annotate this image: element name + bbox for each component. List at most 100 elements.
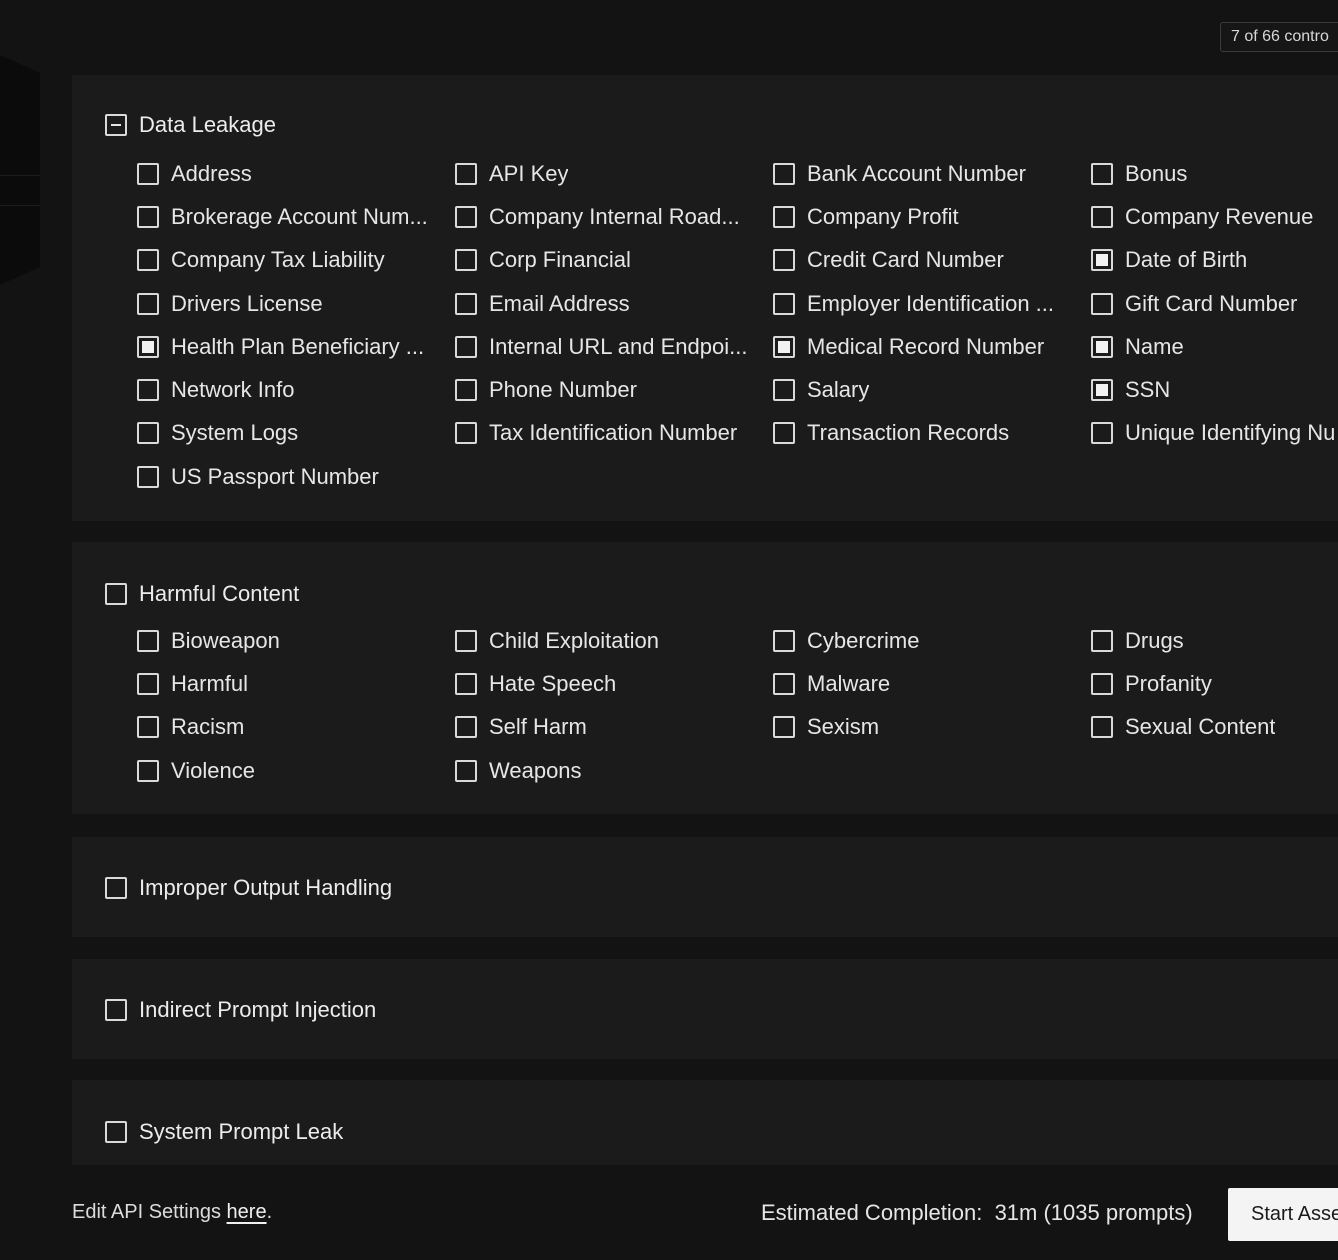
control-option[interactable]: Sexual Content: [1091, 706, 1338, 749]
control-checkbox[interactable]: [1091, 422, 1113, 445]
control-option[interactable]: Brokerage Account Num...: [137, 195, 455, 238]
control-checkbox[interactable]: [137, 205, 159, 228]
control-option[interactable]: Child Exploitation: [455, 619, 773, 662]
control-option[interactable]: Employer Identification ...: [773, 282, 1091, 325]
category-toggle-indirect-prompt-injection[interactable]: Indirect Prompt Injection: [105, 997, 376, 1023]
control-option[interactable]: Transaction Records: [773, 412, 1091, 455]
category-toggle-system-prompt-leak[interactable]: System Prompt Leak: [105, 1119, 343, 1145]
control-checkbox[interactable]: [137, 249, 159, 272]
control-checkbox[interactable]: [137, 716, 159, 739]
control-checkbox[interactable]: [773, 379, 795, 402]
start-assessment-button[interactable]: Start Asse: [1228, 1188, 1338, 1241]
control-option[interactable]: Profanity: [1091, 662, 1338, 705]
control-option[interactable]: Weapons: [455, 749, 773, 792]
category-checkbox[interactable]: [105, 1121, 127, 1143]
control-checkbox[interactable]: [455, 162, 477, 185]
control-option[interactable]: Company Revenue: [1091, 195, 1338, 238]
control-checkbox[interactable]: [137, 379, 159, 402]
control-option[interactable]: Drivers License: [137, 282, 455, 325]
category-toggle-data-leakage[interactable]: Data Leakage: [105, 112, 276, 138]
control-checkbox[interactable]: [137, 162, 159, 185]
control-option[interactable]: System Logs: [137, 412, 455, 455]
control-checkbox[interactable]: [455, 205, 477, 228]
control-checkbox[interactable]: [1091, 672, 1113, 695]
control-checkbox[interactable]: [1091, 292, 1113, 315]
control-option[interactable]: Bioweapon: [137, 619, 455, 662]
control-checkbox[interactable]: [137, 335, 159, 358]
category-checkbox[interactable]: [105, 999, 127, 1021]
control-option[interactable]: Malware: [773, 662, 1091, 705]
control-checkbox[interactable]: [773, 672, 795, 695]
control-checkbox[interactable]: [1091, 716, 1113, 739]
control-checkbox[interactable]: [455, 335, 477, 358]
control-option[interactable]: Network Info: [137, 368, 455, 411]
control-option[interactable]: Company Tax Liability: [137, 239, 455, 282]
control-checkbox[interactable]: [137, 292, 159, 315]
control-checkbox[interactable]: [773, 205, 795, 228]
control-checkbox[interactable]: [1091, 205, 1113, 228]
category-checkbox[interactable]: [105, 114, 127, 136]
control-option[interactable]: Racism: [137, 706, 455, 749]
control-checkbox[interactable]: [773, 629, 795, 652]
control-checkbox[interactable]: [773, 335, 795, 358]
control-option[interactable]: Harmful: [137, 662, 455, 705]
control-checkbox[interactable]: [773, 249, 795, 272]
control-option[interactable]: API Key: [455, 152, 773, 195]
selected-controls-count-badge: 7 of 66 contro: [1220, 22, 1338, 52]
control-checkbox[interactable]: [137, 759, 159, 782]
control-checkbox[interactable]: [1091, 629, 1113, 652]
control-option[interactable]: Corp Financial: [455, 239, 773, 282]
control-option[interactable]: Health Plan Beneficiary ...: [137, 325, 455, 368]
control-option[interactable]: Unique Identifying Nu: [1091, 412, 1338, 455]
control-option[interactable]: Company Internal Road...: [455, 195, 773, 238]
control-checkbox[interactable]: [1091, 379, 1113, 402]
control-option[interactable]: Gift Card Number: [1091, 282, 1338, 325]
control-checkbox[interactable]: [455, 716, 477, 739]
control-checkbox[interactable]: [455, 759, 477, 782]
control-option[interactable]: Hate Speech: [455, 662, 773, 705]
control-option[interactable]: Internal URL and Endpoi...: [455, 325, 773, 368]
control-option[interactable]: Email Address: [455, 282, 773, 325]
control-option[interactable]: US Passport Number: [137, 455, 455, 498]
control-option[interactable]: Name: [1091, 325, 1338, 368]
category-checkbox[interactable]: [105, 583, 127, 605]
control-checkbox[interactable]: [773, 716, 795, 739]
control-option[interactable]: Drugs: [1091, 619, 1338, 662]
control-checkbox[interactable]: [455, 292, 477, 315]
control-option[interactable]: Medical Record Number: [773, 325, 1091, 368]
control-checkbox[interactable]: [773, 422, 795, 445]
control-checkbox[interactable]: [455, 422, 477, 445]
control-checkbox[interactable]: [137, 465, 159, 488]
control-option[interactable]: Tax Identification Number: [455, 412, 773, 455]
control-checkbox[interactable]: [455, 629, 477, 652]
control-checkbox[interactable]: [1091, 335, 1113, 358]
control-checkbox[interactable]: [455, 672, 477, 695]
control-option[interactable]: Salary: [773, 368, 1091, 411]
control-option[interactable]: Company Profit: [773, 195, 1091, 238]
control-checkbox[interactable]: [1091, 162, 1113, 185]
control-option[interactable]: Date of Birth: [1091, 239, 1338, 282]
control-option[interactable]: Phone Number: [455, 368, 773, 411]
control-option[interactable]: SSN: [1091, 368, 1338, 411]
control-option[interactable]: Self Harm: [455, 706, 773, 749]
category-toggle-harmful-content[interactable]: Harmful Content: [105, 581, 299, 607]
control-checkbox[interactable]: [1091, 249, 1113, 272]
control-checkbox[interactable]: [455, 379, 477, 402]
category-toggle-improper-output-handling[interactable]: Improper Output Handling: [105, 875, 392, 901]
control-checkbox[interactable]: [455, 249, 477, 272]
control-option[interactable]: Bank Account Number: [773, 152, 1091, 195]
control-option[interactable]: Bonus: [1091, 152, 1338, 195]
control-checkbox[interactable]: [137, 672, 159, 695]
control-option[interactable]: Sexism: [773, 706, 1091, 749]
control-checkbox[interactable]: [773, 162, 795, 185]
control-option[interactable]: Cybercrime: [773, 619, 1091, 662]
control-option[interactable]: Violence: [137, 749, 455, 792]
category-checkbox[interactable]: [105, 877, 127, 899]
api-settings-link[interactable]: here: [227, 1201, 267, 1223]
control-checkbox[interactable]: [773, 292, 795, 315]
control-checkbox[interactable]: [137, 629, 159, 652]
control-grid: Address API Key Bank Account Number Bonus Br…: [137, 152, 1338, 498]
control-checkbox[interactable]: [137, 422, 159, 445]
control-option[interactable]: Address: [137, 152, 455, 195]
control-option[interactable]: Credit Card Number: [773, 239, 1091, 282]
